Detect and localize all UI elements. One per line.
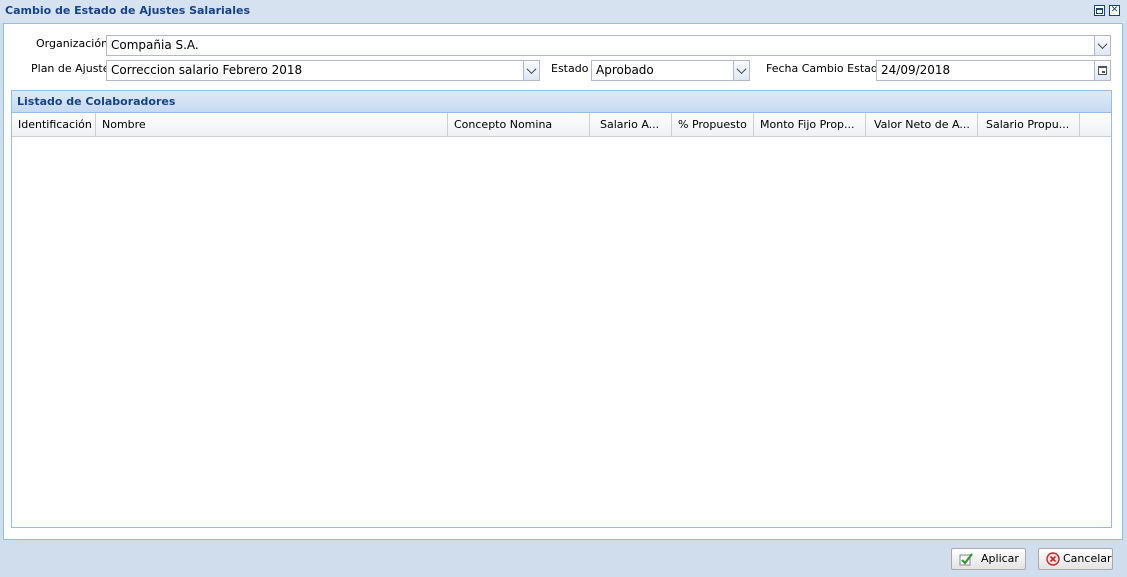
- estado-label: Estado: [551, 62, 589, 75]
- close-icon[interactable]: ✕: [1109, 5, 1120, 16]
- grid-body: [12, 137, 1111, 527]
- apply-button[interactable]: Aplicar: [951, 548, 1026, 570]
- column-header-valor-neto[interactable]: Valor Neto de A...: [866, 113, 978, 136]
- organizacion-value: Compañia S.A.: [111, 38, 199, 52]
- fecha-value: 24/09/2018: [881, 63, 951, 77]
- window-title: Cambio de Estado de Ajustes Salariales: [5, 4, 251, 17]
- column-header-salario-propuesto[interactable]: Salario Propu...: [978, 113, 1080, 136]
- grid-title: Listado de Colaboradores: [12, 91, 1111, 113]
- cancel-button[interactable]: Cancelar: [1038, 548, 1113, 570]
- check-icon: [959, 553, 973, 566]
- organizacion-label: Organización: [36, 37, 109, 50]
- apply-label: Aplicar: [981, 552, 1019, 565]
- column-header-salario-actual[interactable]: Salario A...: [590, 113, 672, 136]
- cancel-label: Cancelar: [1063, 552, 1112, 565]
- estado-select[interactable]: Aprobado: [591, 60, 750, 81]
- calendar-icon[interactable]: [1094, 60, 1111, 81]
- column-header-concepto-nomina[interactable]: Concepto Nomina: [448, 113, 590, 136]
- window-header: Cambio de Estado de Ajustes Salariales ✕: [0, 0, 1127, 23]
- organizacion-select[interactable]: Compañia S.A.: [106, 35, 1111, 56]
- plan-label: Plan de Ajuste: [31, 62, 110, 75]
- column-header-nombre[interactable]: Nombre: [96, 113, 448, 136]
- chevron-down-icon[interactable]: [733, 60, 750, 81]
- plan-value: Correccion salario Febrero 2018: [111, 63, 303, 77]
- chevron-down-icon[interactable]: [1094, 35, 1111, 56]
- column-header-identificacion[interactable]: Identificación: [12, 113, 96, 136]
- colaboradores-grid: Listado de Colaboradores Identificación …: [11, 90, 1112, 528]
- fecha-date-field[interactable]: 24/09/2018: [876, 60, 1111, 81]
- chevron-down-icon[interactable]: [523, 60, 540, 81]
- plan-select[interactable]: Correccion salario Febrero 2018: [106, 60, 540, 81]
- column-header-monto-fijo[interactable]: Monto Fijo Prop...: [754, 113, 866, 136]
- fecha-label: Fecha Cambio Estado: [766, 62, 885, 75]
- cancel-icon: [1046, 552, 1060, 566]
- grid-header: Identificación Nombre Concepto Nomina Sa…: [12, 113, 1111, 137]
- estado-value: Aprobado: [596, 63, 654, 77]
- maximize-icon[interactable]: [1094, 5, 1105, 16]
- column-header-porcentaje-propuesto[interactable]: % Propuesto: [672, 113, 754, 136]
